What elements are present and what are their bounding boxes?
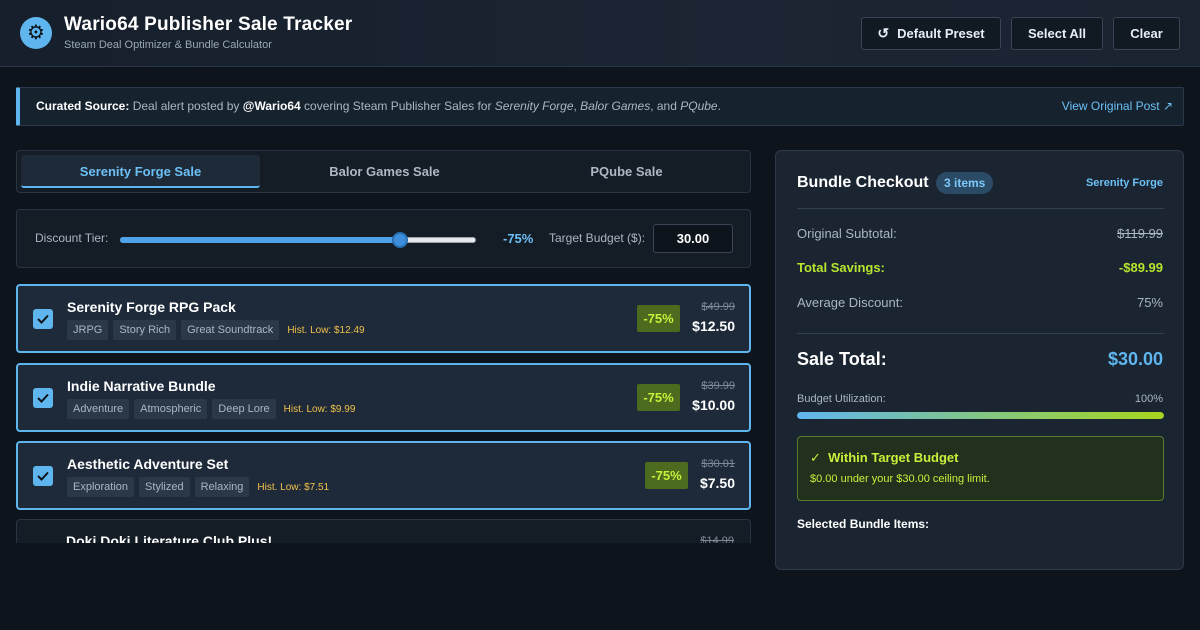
target-budget-input[interactable] xyxy=(653,224,733,253)
checkmark-icon xyxy=(37,393,49,403)
divider xyxy=(797,208,1164,209)
budget-utilization-fill xyxy=(797,412,1164,419)
source-handle: @Wario64 xyxy=(242,99,301,113)
historical-low: Hist. Low: $12.49 xyxy=(287,325,365,336)
deal-name: Serenity Forge RPG Pack xyxy=(67,299,236,315)
deal-tag: Relaxing xyxy=(194,477,250,497)
discount-badge: -75% xyxy=(637,305,680,332)
deal-list: Serenity Forge RPG Pack JRPG Story Rich Gr… xyxy=(16,284,751,543)
checkbox[interactable] xyxy=(33,466,53,486)
source-label: Curated Source: xyxy=(36,99,130,113)
budget-utilization-value: 100% xyxy=(1134,393,1163,405)
deal-tag: Story Rich xyxy=(113,320,177,340)
subtotal-label: Original Subtotal: xyxy=(797,226,897,241)
publisher-tabs: Serenity Forge Sale Balor Games Sale PQu… xyxy=(16,150,751,193)
deal-tags: Exploration Stylized Relaxing Hist. Low: $7… xyxy=(67,477,329,497)
reset-icon: ↺ xyxy=(877,25,890,41)
deal-tag: Stylized xyxy=(139,477,190,497)
app-title: Wario64 Publisher Sale Tracker xyxy=(64,14,353,35)
deal-name: Aesthetic Adventure Set xyxy=(67,456,229,472)
check-icon: ✓ xyxy=(810,450,821,465)
deal-item[interactable]: Indie Narrative Bundle Adventure Atmosphe… xyxy=(16,363,751,432)
target-budget-label: Target Budget ($): xyxy=(549,231,646,245)
discount-panel: Discount Tier: -75% Target Budget ($): xyxy=(16,209,751,268)
deal-item[interactable]: Aesthetic Adventure Set Exploration Styli… xyxy=(16,441,751,510)
deal-tag: Adventure xyxy=(67,399,130,419)
deal-tags: Adventure Atmospheric Deep Lore Hist. Low: … xyxy=(67,399,355,419)
checkout-publisher: Serenity Forge xyxy=(1085,177,1163,189)
source-pub-1: Serenity Forge xyxy=(494,99,574,113)
item-count-badge: 3 items xyxy=(936,172,994,194)
app-header: ⚙ Wario64 Publisher Sale Tracker Steam D… xyxy=(0,0,1200,67)
divider xyxy=(797,333,1164,334)
original-price: $30.01 xyxy=(701,458,735,470)
source-pub-3: PQube xyxy=(680,99,718,113)
source-sep-2: , and xyxy=(650,99,681,113)
deal-tag: JRPG xyxy=(67,320,109,340)
checkout-title: Bundle Checkout xyxy=(797,174,929,191)
deal-tags: JRPG Story Rich Great Soundtrack Hist. Low:… xyxy=(67,320,365,340)
historical-low: Hist. Low: $9.99 xyxy=(283,404,356,415)
checkbox[interactable] xyxy=(33,388,53,408)
discount-tier-label: Discount Tier: xyxy=(35,231,109,245)
source-t2: covering Steam Publisher Sales for xyxy=(300,99,495,113)
discount-tier-slider[interactable] xyxy=(120,232,476,248)
source-t1: Deal alert posted by xyxy=(129,99,243,113)
source-end: . xyxy=(717,99,721,113)
deal-tag: Great Soundtrack xyxy=(181,320,280,340)
savings-label: Total Savings: xyxy=(797,260,885,275)
original-price: $39.99 xyxy=(701,380,735,392)
original-price: $14.99 xyxy=(700,535,734,543)
checkmark-icon xyxy=(37,314,49,324)
tab-balor-games[interactable]: Balor Games Sale xyxy=(265,155,504,188)
avg-discount-value: 75% xyxy=(1136,295,1163,310)
sale-price: $12.50 xyxy=(692,318,735,334)
slider-fill xyxy=(120,237,405,243)
budget-status-title: ✓ Within Target Budget xyxy=(810,450,959,466)
historical-low: Hist. Low: $7.51 xyxy=(257,482,330,493)
budget-status-detail: $0.00 under your $30.00 ceiling limit. xyxy=(810,473,990,485)
source-text: Curated Source: Deal alert posted by @Wa… xyxy=(36,99,721,113)
slider-thumb[interactable] xyxy=(392,232,408,248)
tab-serenity-forge[interactable]: Serenity Forge Sale xyxy=(21,155,260,188)
source-pub-2: Balor Games xyxy=(580,99,651,113)
deal-item[interactable]: Doki Doki Literature Club Plus! $14.99 xyxy=(16,519,751,543)
discount-tier-value: -75% xyxy=(503,231,534,246)
checkmark-icon xyxy=(37,471,49,481)
default-preset-label: Default Preset xyxy=(897,26,985,41)
deal-tag: Atmospheric xyxy=(134,399,208,419)
deal-name: Doki Doki Literature Club Plus! xyxy=(66,533,273,543)
app-subtitle: Steam Deal Optimizer & Bundle Calculator xyxy=(64,39,272,51)
default-preset-button[interactable]: ↺ Default Preset xyxy=(861,17,1001,50)
tab-pqube[interactable]: PQube Sale xyxy=(507,155,746,188)
sale-price: $10.00 xyxy=(692,397,735,413)
budget-status-box: ✓ Within Target Budget $0.00 under your … xyxy=(797,436,1164,501)
select-all-button[interactable]: Select All xyxy=(1011,17,1103,50)
gear-icon: ⚙ xyxy=(20,17,52,49)
sale-price: $7.50 xyxy=(699,475,735,491)
budget-utilization-label: Budget Utilization: xyxy=(797,393,886,405)
subtotal-value: $119.99 xyxy=(1116,226,1163,241)
view-original-post-link[interactable]: View Original Post ↗ xyxy=(1062,99,1173,113)
discount-badge: -75% xyxy=(637,384,680,411)
checkbox[interactable] xyxy=(33,309,53,329)
budget-utilization-bar xyxy=(797,412,1164,419)
avg-discount-label: Average Discount: xyxy=(797,295,903,310)
savings-value: -$89.99 xyxy=(1118,260,1163,275)
original-price: $49.99 xyxy=(701,301,735,313)
budget-status-text: Within Target Budget xyxy=(828,450,959,465)
selected-items-heading: Selected Bundle Items: xyxy=(797,517,930,531)
clear-button[interactable]: Clear xyxy=(1113,17,1180,50)
sale-total-value: $30.00 xyxy=(1107,349,1163,369)
bundle-checkout-panel: Bundle Checkout 3 items Serenity Forge O… xyxy=(775,150,1184,570)
deal-tag: Exploration xyxy=(67,477,135,497)
deal-tag: Deep Lore xyxy=(212,399,276,419)
sale-total-label: Sale Total: xyxy=(797,349,887,369)
curated-source-banner: Curated Source: Deal alert posted by @Wa… xyxy=(16,87,1184,126)
deal-item[interactable]: Serenity Forge RPG Pack JRPG Story Rich Gr… xyxy=(16,284,751,353)
deal-name: Indie Narrative Bundle xyxy=(67,378,216,394)
